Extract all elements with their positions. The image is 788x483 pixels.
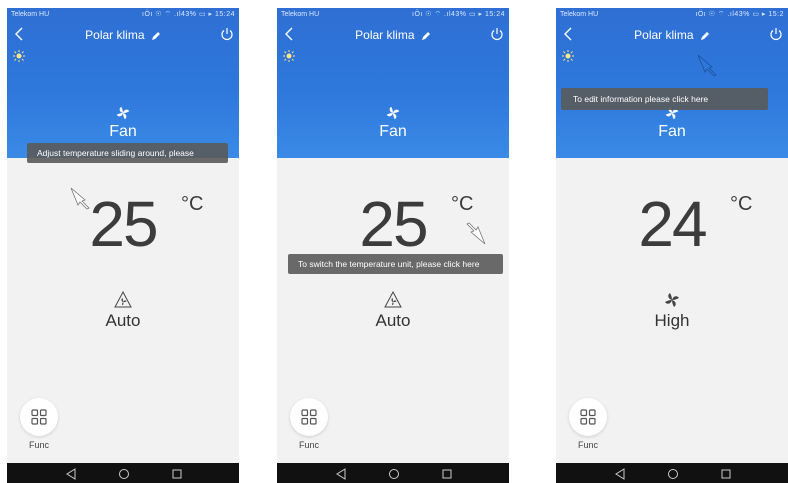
device-title[interactable]: Polar klima [277, 28, 509, 42]
func-button[interactable] [290, 398, 328, 436]
header-bar: Telekom HU ıÖı ☉ ⌔ .ıl43% ▭ ▸ 15:24 Pola… [7, 8, 239, 158]
nav-home-icon[interactable] [118, 468, 130, 480]
screen-2: Telekom HU ıÖı ☉ ⌔ .ıl43% ▭ ▸ 15:24 Pola… [277, 8, 509, 483]
device-name: Polar klima [634, 28, 694, 42]
nav-home-icon[interactable] [388, 468, 400, 480]
pencil-icon[interactable] [421, 31, 431, 41]
nav-recent-icon[interactable] [171, 468, 183, 480]
nav-recent-icon[interactable] [720, 468, 732, 480]
device-title[interactable]: Polar klima [556, 28, 788, 42]
auto-fan-icon [114, 290, 132, 308]
temperature-unit[interactable]: °C [181, 193, 203, 216]
func-button[interactable] [20, 398, 58, 436]
header-bar: Telekom HU ıÖı ☉ ⌔ .ıl43% ▭ ▸ 15:24 Pola… [277, 8, 509, 158]
fan-speed-label: High [654, 311, 690, 330]
header-bar: Telekom HU ıÖı ☉ ⌔ .ıl43% ▭ ▸ 15:2 Polar… [556, 8, 788, 158]
power-icon[interactable] [220, 26, 234, 42]
device-name: Polar klima [85, 28, 145, 42]
nav-back-icon[interactable] [614, 468, 626, 480]
nav-back-icon[interactable] [335, 468, 347, 480]
fan-speed-display[interactable]: Auto [277, 290, 509, 331]
func-grid-icon [31, 409, 47, 425]
temperature-value[interactable]: 25 [7, 192, 239, 256]
temperature-unit[interactable]: °C [451, 193, 473, 216]
android-nav-bar [7, 463, 239, 483]
status-bar: Telekom HU ıÖı ☉ ⌔ .ıl43% ▭ ▸ 15:2 [556, 8, 788, 22]
carrier-label: Telekom HU [560, 11, 599, 18]
system-status-icons: ıÖı ☉ ⌔ .ıl43% ▭ ▸ 15:24 [412, 11, 505, 18]
fan-icon [665, 293, 679, 307]
sun-icon [283, 50, 295, 62]
pointer-arrow-icon [697, 54, 717, 77]
nav-back-icon[interactable] [65, 468, 77, 480]
tooltip: To edit information please click here [561, 88, 768, 110]
power-icon[interactable] [769, 26, 783, 42]
func-button[interactable] [569, 398, 607, 436]
mode-label: Fan [379, 123, 407, 140]
mode-label: Fan [109, 123, 137, 140]
sun-icon [13, 50, 25, 62]
temperature-value[interactable]: 24 [556, 192, 788, 256]
system-status-icons: ıÖı ☉ ⌔ .ıl43% ▭ ▸ 15:2 [695, 11, 784, 18]
tooltip: Adjust temperature sliding around, pleas… [27, 143, 228, 163]
android-nav-bar [556, 463, 788, 483]
pointer-arrow-icon [466, 222, 486, 245]
fan-speed-display[interactable]: Auto [7, 290, 239, 331]
screen-1: Telekom HU ıÖı ☉ ⌔ .ıl43% ▭ ▸ 15:24 Pola… [7, 8, 239, 483]
system-status-icons: ıÖı ☉ ⌔ .ıl43% ▭ ▸ 15:24 [142, 11, 235, 18]
power-icon[interactable] [490, 26, 504, 42]
fan-speed-label: Auto [375, 311, 411, 330]
device-name: Polar klima [355, 28, 415, 42]
mode-label: Fan [658, 123, 686, 140]
func-grid-icon [301, 409, 317, 425]
mode-display[interactable]: Fan [7, 104, 239, 142]
fan-speed-label: Auto [105, 311, 141, 330]
func-label: Func [577, 440, 598, 450]
pencil-icon[interactable] [700, 31, 710, 41]
pencil-icon[interactable] [151, 31, 161, 41]
temperature-unit[interactable]: °C [730, 193, 752, 216]
sun-icon [562, 50, 574, 62]
fan-icon [116, 106, 130, 120]
screen-3: Telekom HU ıÖı ☉ ⌔ .ıl43% ▭ ▸ 15:2 Polar… [556, 8, 788, 483]
carrier-label: Telekom HU [281, 11, 320, 18]
nav-home-icon[interactable] [667, 468, 679, 480]
tooltip: To switch the temperature unit, please c… [288, 254, 503, 274]
android-nav-bar [277, 463, 509, 483]
fan-speed-display[interactable]: High [556, 290, 788, 331]
device-title[interactable]: Polar klima [7, 28, 239, 42]
func-label: Func [298, 440, 319, 450]
func-grid-icon [580, 409, 596, 425]
auto-fan-icon [384, 290, 402, 308]
nav-recent-icon[interactable] [441, 468, 453, 480]
carrier-label: Telekom HU [11, 11, 50, 18]
func-label: Func [28, 440, 49, 450]
fan-icon [386, 106, 400, 120]
status-bar: Telekom HU ıÖı ☉ ⌔ .ıl43% ▭ ▸ 15:24 [277, 8, 509, 22]
mode-display[interactable]: Fan [277, 104, 509, 142]
status-bar: Telekom HU ıÖı ☉ ⌔ .ıl43% ▭ ▸ 15:24 [7, 8, 239, 22]
